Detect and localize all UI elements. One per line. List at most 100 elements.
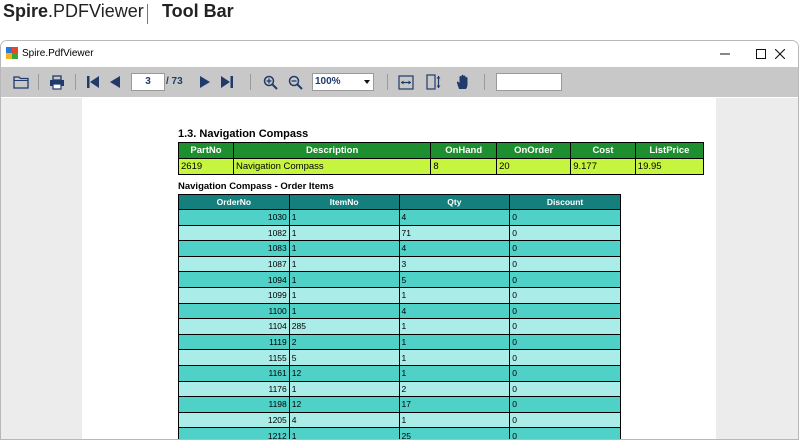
table-cell: 4 <box>398 209 511 226</box>
brand-name: Spire.PDFViewer <box>3 1 144 22</box>
table-row: 1094 1 5 0 <box>178 271 621 288</box>
banner-header: Spire.PDFViewer Tool Bar <box>0 0 800 40</box>
summary-header-cell: PartNo <box>178 142 234 159</box>
table-cell: 1099 <box>178 286 290 304</box>
summary-cell: 20 <box>496 158 572 175</box>
table-cell: 71 <box>398 224 511 242</box>
table-cell: 1 <box>288 302 400 320</box>
next-page-icon <box>200 76 210 88</box>
minimize-button[interactable] <box>707 41 743 66</box>
zoom-out-button[interactable] <box>286 72 304 92</box>
table-cell: 0 <box>509 349 621 366</box>
items-header-cell: ItemNo <box>288 194 400 210</box>
previous-page-button[interactable] <box>106 72 124 92</box>
fit-page-button[interactable] <box>425 72 443 92</box>
toolbar-separator <box>484 74 485 90</box>
summary-header-cell: ListPrice <box>634 142 705 159</box>
table-row: 1082 1 71 0 <box>178 224 621 242</box>
table-cell: 1161 <box>178 364 290 382</box>
table-cell: 0 <box>509 224 621 242</box>
table-cell: 1030 <box>178 209 290 226</box>
app-window: Spire.PdfViewer 3 / 73 100% 1.3. Navigat… <box>0 40 799 440</box>
banner-subtitle: Tool Bar <box>162 1 234 21</box>
table-cell: 1 <box>288 255 400 273</box>
table-cell: 4 <box>288 411 400 429</box>
close-button[interactable] <box>761 41 798 66</box>
window-title: Spire.PdfViewer <box>22 48 94 59</box>
table-cell: 1 <box>288 224 400 242</box>
table-cell: 0 <box>509 396 621 413</box>
first-page-button[interactable] <box>84 72 102 92</box>
print-icon <box>50 74 64 90</box>
next-page-button[interactable] <box>196 72 214 92</box>
table-cell: 1212 <box>178 427 290 439</box>
table-row: 1119 2 1 0 <box>178 333 621 351</box>
print-button[interactable] <box>48 72 66 92</box>
first-page-icon <box>87 76 99 88</box>
toolbar: 3 / 73 100% <box>1 67 798 97</box>
zoom-value: 100% <box>315 76 341 87</box>
fit-page-icon <box>426 74 441 90</box>
summary-header-cell: OnOrder <box>496 142 572 159</box>
table-cell: 0 <box>509 427 621 439</box>
order-items-table: OrderNo ItemNo Qty Discount 1030 1 4 0 1082 1… <box>178 194 621 439</box>
table-cell: 0 <box>509 364 621 382</box>
table-cell: 1094 <box>178 271 290 288</box>
table-cell: 1 <box>288 240 400 257</box>
table-cell: 3 <box>398 255 511 273</box>
open-file-button[interactable] <box>12 72 30 92</box>
items-header-cell: Discount <box>509 194 621 210</box>
table-cell: 1 <box>398 318 511 335</box>
pan-tool-button[interactable] <box>453 72 471 92</box>
table-cell: 1 <box>288 271 400 288</box>
table-cell: 2 <box>288 333 400 351</box>
chevron-down-icon <box>364 80 370 84</box>
page-number-input[interactable]: 3 <box>131 73 165 91</box>
last-page-button[interactable] <box>218 72 236 92</box>
table-cell: 0 <box>509 380 621 398</box>
table-cell: 1104 <box>178 318 290 335</box>
last-page-icon <box>221 76 233 88</box>
table-cell: 1 <box>398 349 511 366</box>
table-cell: 0 <box>509 286 621 304</box>
table-cell: 1083 <box>178 240 290 257</box>
summary-cell: Navigation Compass <box>232 158 432 175</box>
table-cell: 4 <box>398 302 511 320</box>
brand-rest-text: .PDFViewer <box>48 1 144 21</box>
table-cell: 0 <box>509 411 621 429</box>
fit-width-button[interactable] <box>397 72 415 92</box>
brand-bold-text: Spire <box>3 1 49 21</box>
search-input[interactable] <box>496 73 562 91</box>
table-cell: 1205 <box>178 411 290 429</box>
minimize-icon <box>720 53 730 54</box>
table-cell: 1 <box>288 427 400 439</box>
zoom-out-icon <box>288 75 303 90</box>
document-viewer[interactable]: 1.3. Navigation Compass PartNo Descripti… <box>1 98 798 439</box>
summary-header-cell: Cost <box>570 142 636 159</box>
summary-header-cell: OnHand <box>430 142 498 159</box>
items-header-row: OrderNo ItemNo Qty Discount <box>178 194 621 210</box>
table-row: 1161 12 1 0 <box>178 364 621 382</box>
table-row: 1083 1 4 0 <box>178 240 621 257</box>
hand-icon <box>456 74 467 89</box>
toolbar-separator <box>387 74 388 90</box>
table-cell: 1176 <box>178 380 290 398</box>
table-cell: 1 <box>288 380 400 398</box>
table-row: 1100 1 4 0 <box>178 302 621 320</box>
table-cell: 0 <box>509 318 621 335</box>
items-table-title: Navigation Compass - Order Items <box>178 181 334 192</box>
toolbar-separator <box>75 74 76 90</box>
table-row: 1030 1 4 0 <box>178 209 621 226</box>
zoom-in-icon <box>263 75 278 90</box>
table-cell: 1 <box>288 209 400 226</box>
items-header-cell: OrderNo <box>178 194 290 210</box>
table-cell: 1 <box>398 286 511 304</box>
zoom-select[interactable]: 100% <box>312 73 374 91</box>
table-cell: 0 <box>509 302 621 320</box>
toolbar-separator <box>250 74 251 90</box>
previous-page-icon <box>110 76 120 88</box>
summary-cell: 2619 <box>178 158 234 175</box>
zoom-in-button[interactable] <box>261 72 279 92</box>
toolbar-separator <box>38 74 39 90</box>
table-cell: 1 <box>398 411 511 429</box>
